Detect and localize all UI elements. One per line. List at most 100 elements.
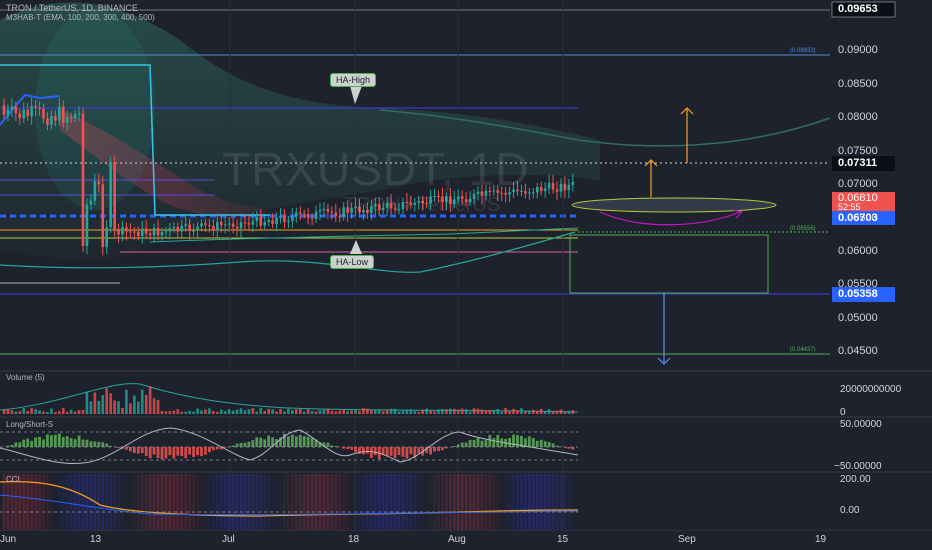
candle-body: [212, 225, 215, 231]
indicator-header[interactable]: M3HAB-T (EMA, 100, 200, 300, 400, 500): [6, 13, 155, 22]
candle-body: [302, 213, 306, 215]
volume-bar: [338, 410, 342, 414]
long-short-bar: [215, 447, 219, 450]
volume-bar: [385, 409, 389, 414]
candle-body: [287, 220, 290, 223]
candle-body: [535, 187, 539, 193]
cci-bar: [468, 474, 472, 530]
candle-body: [137, 231, 140, 236]
cci-bar: [215, 474, 219, 530]
candle-body: [227, 223, 231, 225]
candle-body: [22, 109, 26, 119]
candle-body: [326, 208, 330, 212]
cci-bar: [152, 474, 156, 530]
candle-body: [243, 222, 247, 224]
cci-bar: [524, 474, 527, 530]
cci-bar: [196, 474, 199, 530]
volume-bar: [283, 411, 286, 414]
cci-bar: [148, 474, 152, 530]
long-short-bar: [38, 436, 41, 447]
price-tick-label: 0.08500: [838, 78, 878, 90]
volume-bar: [318, 410, 322, 414]
cci-bar: [393, 474, 397, 530]
symbol-header[interactable]: TRON / TetherUS, 1D, BINANCE: [6, 3, 138, 13]
long-short-bar: [136, 447, 140, 454]
long-short-bar: [50, 435, 53, 447]
volume-bar: [484, 410, 488, 414]
time-label-15: 15: [557, 534, 569, 545]
cci-pane-label[interactable]: CCI: [6, 475, 20, 484]
cci-bar: [239, 474, 243, 530]
cci-bar: [488, 474, 492, 530]
volume-bar: [433, 411, 436, 414]
candle-body: [239, 222, 243, 229]
volume-bar: [148, 386, 152, 414]
candle-body: [73, 114, 77, 119]
price-tag-level-3: 0.05358: [838, 288, 878, 300]
volume-bar: [374, 409, 377, 414]
long-short-bar: [393, 447, 397, 459]
long-short-bar: [93, 441, 97, 447]
trading-chart[interactable]: [0, 0, 932, 550]
cci-bar: [132, 474, 136, 530]
volume-bar: [310, 411, 314, 414]
cci-bar: [350, 474, 353, 530]
volume-bar: [449, 408, 452, 414]
cci-bar: [326, 474, 330, 530]
longshort-pane-label[interactable]: Long/Short-S: [6, 420, 53, 429]
candle-body: [551, 183, 555, 190]
cci-bar: [314, 474, 318, 530]
price-tick-label: 0.09000: [838, 44, 878, 56]
volume-bar: [302, 411, 306, 414]
cci-bar: [263, 474, 267, 530]
cci-bar: [547, 474, 551, 530]
cci-bar: [255, 474, 259, 530]
volume-bar: [512, 408, 515, 414]
volume-bar: [377, 410, 381, 414]
volume-bar: [34, 409, 37, 414]
candle-body: [532, 192, 535, 194]
volume-bar: [464, 409, 468, 414]
candle-body: [152, 227, 156, 236]
volume-bar: [476, 408, 480, 414]
cci-bar: [551, 474, 555, 530]
candle-body: [235, 226, 239, 229]
long-short-bar: [298, 434, 302, 447]
long-short-bar: [535, 440, 539, 447]
fib-label-mid: (0.06556): [790, 226, 816, 232]
candle-body: [26, 109, 29, 117]
cci-bar: [160, 474, 164, 530]
cci-bar: [437, 474, 440, 530]
cci-bar: [334, 474, 338, 530]
long-short-bar: [452, 446, 456, 447]
long-short-bar: [57, 433, 61, 447]
candle-body: [160, 231, 164, 236]
candle-body: [172, 227, 176, 229]
candle-body: [54, 115, 57, 121]
long-short-bar: [188, 447, 192, 455]
volume-bar: [342, 409, 345, 414]
volume-bar: [291, 410, 294, 414]
cci-bar: [235, 474, 239, 530]
long-short-bar: [26, 438, 30, 447]
volume-tick-zero: 0: [840, 407, 846, 418]
cci-bar: [456, 474, 460, 530]
volume-bar: [535, 410, 539, 414]
volume-pane-label[interactable]: Volume (5): [6, 373, 45, 382]
cci-bar: [405, 474, 409, 530]
volume-bar: [306, 409, 310, 414]
ls-tick-upper: 50.00000: [840, 419, 882, 430]
long-short-bar: [69, 438, 73, 447]
cci-bar: [65, 474, 69, 530]
volume-bar: [77, 410, 81, 414]
ha-low-callout: HA-Low: [330, 255, 375, 269]
cci-bar: [480, 474, 484, 530]
candle-body: [168, 228, 172, 232]
cci-bar: [200, 474, 203, 530]
long-short-bar: [350, 447, 353, 450]
long-short-bar: [105, 443, 109, 447]
candle-body: [58, 106, 61, 121]
volume-bar: [73, 411, 77, 414]
price-tag-level-2: 0.06703: [838, 212, 878, 224]
candle-body: [295, 212, 298, 217]
